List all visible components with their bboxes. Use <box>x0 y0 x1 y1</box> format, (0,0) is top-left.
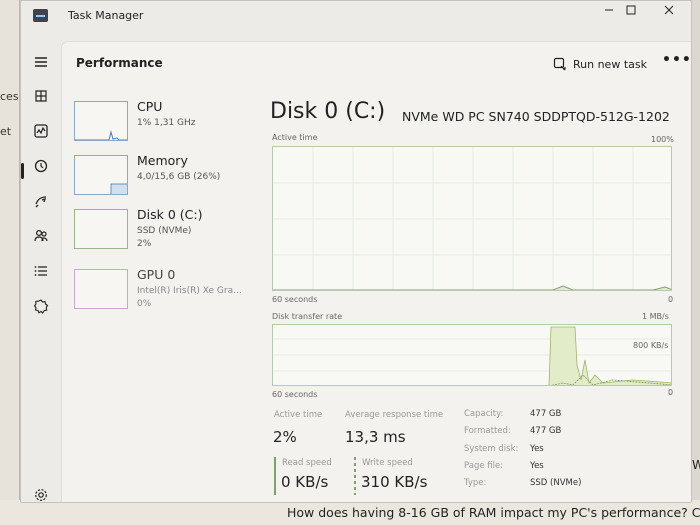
active-time-graph <box>272 146 672 291</box>
nav-item-settings[interactable] <box>25 480 57 502</box>
property-value: Yes <box>530 461 544 471</box>
active-nav-indicator <box>21 163 24 179</box>
processes-icon <box>35 90 47 102</box>
performance-panel: Performance Run new task ••• CPU 1% 1,31… <box>61 41 691 502</box>
device-usage: 1% 1,31 GHz <box>137 118 196 128</box>
property-label: Page file: <box>464 461 504 471</box>
device-name: CPU <box>137 99 163 114</box>
active-time-stat-label: Active time <box>274 410 323 420</box>
more-options-button[interactable]: ••• <box>662 52 691 68</box>
maximize-button[interactable] <box>611 1 651 31</box>
active-time-label: Active time <box>272 133 318 142</box>
active-time-min: 0 <box>668 295 674 304</box>
property-value: Yes <box>530 444 544 454</box>
background-webpage: How does having 8-16 GB of RAM impact my… <box>0 500 700 525</box>
run-task-icon <box>553 57 566 71</box>
response-time-value: 13,3 ms <box>345 428 406 446</box>
maximize-icon <box>626 5 636 15</box>
hamburger-menu-icon <box>35 57 47 67</box>
details-icon <box>34 266 47 276</box>
nav-item-performance[interactable] <box>25 116 57 146</box>
users-icon <box>34 229 48 242</box>
transfer-rate-seconds: 60 seconds <box>272 390 318 399</box>
read-speed-indicator <box>274 457 276 495</box>
device-item-cpu[interactable]: CPU 1% 1,31 GHz <box>74 97 264 147</box>
task-manager-app-icon <box>33 9 48 22</box>
property-value: 477 GB <box>530 409 562 419</box>
write-speed-indicator <box>354 457 356 495</box>
device-item-memory[interactable]: Memory 4,0/15,6 GB (26%) <box>74 151 264 201</box>
cpu-sparkline <box>75 130 127 140</box>
background-window-edge: ces et <box>0 0 20 525</box>
nav-item-processes[interactable] <box>25 81 57 111</box>
performance-icon <box>34 124 48 138</box>
close-icon <box>664 5 674 15</box>
device-name: Disk 0 (C:) <box>137 207 203 222</box>
write-speed-value: 310 KB/s <box>361 473 428 491</box>
gpu-thumbnail-graph <box>74 269 128 309</box>
transfer-rate-mark: 800 KB/s <box>633 341 669 350</box>
property-label: Capacity: <box>464 409 504 419</box>
active-time-stat-value: 2% <box>273 428 297 446</box>
property-value: 477 GB <box>530 426 562 436</box>
transfer-rate-label: Disk transfer rate <box>272 312 343 321</box>
device-model: Intel(R) Iris(R) Xe Gra... <box>137 286 242 296</box>
app-history-icon <box>34 159 48 173</box>
device-item-gpu[interactable]: GPU 0 Intel(R) Iris(R) Xe Gra... 0% <box>74 265 264 315</box>
nav-item-details[interactable] <box>25 256 57 286</box>
device-usage: 0% <box>137 299 152 309</box>
task-manager-window: Task Manager Performance Run new task ••… <box>20 0 692 503</box>
disk-model: NVMe WD PC SN740 SDDPTQD-512G-1202 <box>402 109 670 124</box>
background-question-text: How does having 8-16 GB of RAM impact my… <box>287 505 700 520</box>
active-time-max: 100% <box>651 135 674 144</box>
property-label: Type: <box>464 478 487 488</box>
device-usage: 2% <box>137 239 152 249</box>
startup-apps-icon <box>35 196 47 208</box>
transfer-rate-graph: 800 KB/s <box>272 324 672 386</box>
transfer-rate-max: 1 MB/s <box>642 312 669 321</box>
close-button[interactable] <box>649 1 689 31</box>
response-time-label: Average response time <box>345 410 444 420</box>
read-speed-label: Read speed <box>282 458 332 468</box>
read-speed-value: 0 KB/s <box>281 473 329 491</box>
background-text-fragment: W <box>692 458 700 472</box>
transfer-rate-plot <box>273 326 671 385</box>
active-time-plot <box>273 147 671 290</box>
title-bar[interactable]: Task Manager <box>21 1 691 33</box>
memory-fill <box>110 183 127 194</box>
property-label: System disk: <box>464 444 519 454</box>
property-label: Formatted: <box>464 426 511 436</box>
run-task-label: Run new task <box>573 57 647 71</box>
nav-item-services[interactable] <box>25 291 57 321</box>
nav-menu-toggle[interactable] <box>25 47 57 77</box>
background-window-edge-right: W <box>692 0 700 500</box>
services-icon <box>33 299 49 314</box>
device-name: Memory <box>137 153 188 168</box>
cpu-thumbnail-graph <box>74 101 128 141</box>
device-type: SSD (NVMe) <box>137 226 192 236</box>
navigation-rail <box>21 41 61 502</box>
nav-item-startup-apps[interactable] <box>25 186 57 216</box>
page-title: Performance <box>76 56 163 70</box>
device-name: GPU 0 <box>137 267 176 282</box>
device-item-disk[interactable]: Disk 0 (C:) SSD (NVMe) 2% <box>74 205 264 255</box>
settings-icon <box>35 489 47 501</box>
memory-thumbnail-graph <box>74 155 128 195</box>
active-time-seconds: 60 seconds <box>272 295 318 304</box>
property-value: SSD (NVMe) <box>530 478 582 488</box>
disk-thumbnail-graph <box>74 209 128 249</box>
device-usage: 4,0/15,6 GB (26%) <box>137 172 221 182</box>
run-new-task-button[interactable]: Run new task <box>553 54 647 74</box>
write-speed-label: Write speed <box>362 458 413 468</box>
background-text-fragment: et <box>0 125 12 138</box>
window-title: Task Manager <box>68 9 144 22</box>
nav-item-app-history[interactable] <box>25 151 57 181</box>
background-text-fragment: ces <box>0 90 19 103</box>
nav-item-users[interactable] <box>25 221 57 251</box>
detail-title: Disk 0 (C:) <box>270 99 386 124</box>
transfer-rate-min: 0 <box>668 388 674 397</box>
